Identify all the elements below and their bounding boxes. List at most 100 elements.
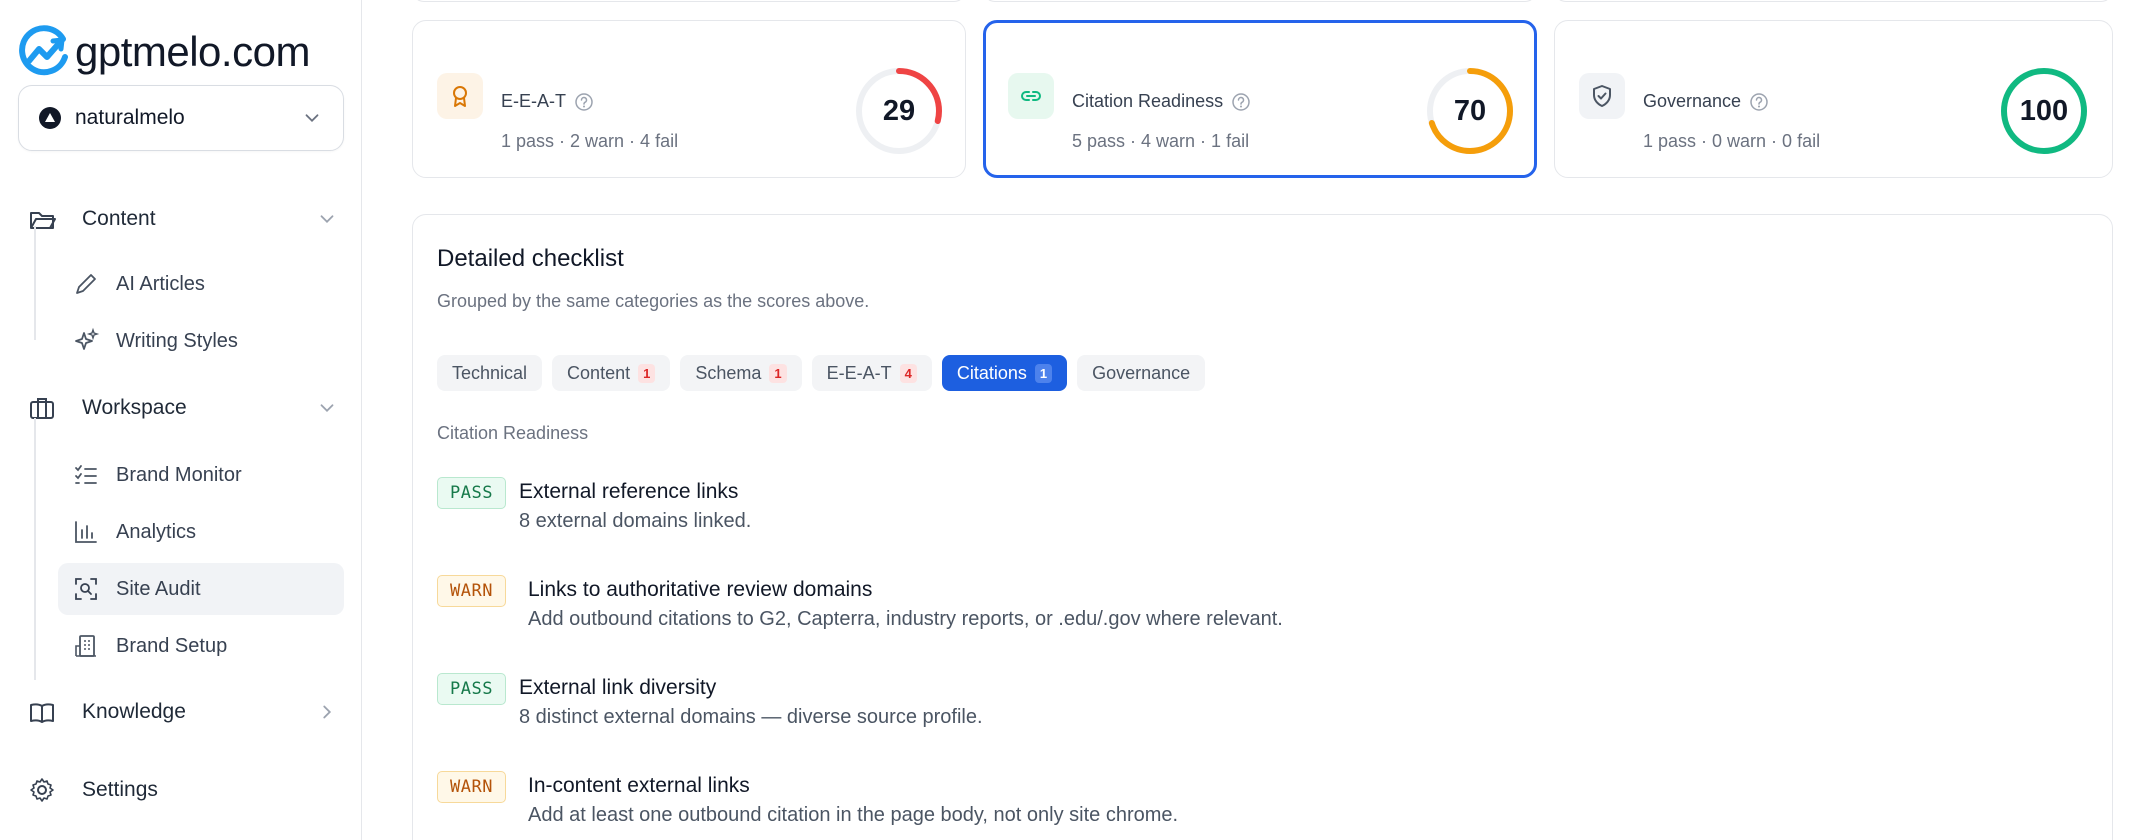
score-card-summary: 1 pass · 0 warn · 0 fail bbox=[1643, 131, 1821, 151]
chevron-down-icon bbox=[320, 215, 334, 224]
pencil-icon bbox=[76, 274, 96, 294]
nav-group-label: Content bbox=[82, 207, 156, 230]
tab-label: Content bbox=[567, 362, 631, 383]
score-value: 70 bbox=[1453, 94, 1487, 127]
nav-divider bbox=[34, 418, 36, 680]
building-icon bbox=[75, 635, 96, 657]
score-card-governance[interactable]: Governance 1 pass · 0 warn · 0 fail 100 bbox=[1554, 20, 2113, 178]
status-badge: PASS bbox=[437, 673, 506, 705]
nav-group-label: Knowledge bbox=[82, 700, 186, 723]
chevron-down-icon bbox=[305, 114, 319, 123]
status-badge: PASS bbox=[437, 477, 506, 509]
section-label: Citation Readiness bbox=[437, 423, 589, 443]
sidebar-item-site-audit[interactable]: Site Audit bbox=[58, 563, 344, 615]
bar-chart-icon bbox=[75, 521, 97, 543]
book-open-icon bbox=[30, 703, 54, 723]
tab-label: Citations bbox=[956, 362, 1027, 383]
folder-icon bbox=[30, 212, 56, 229]
workspace-avatar-icon bbox=[39, 107, 61, 129]
checklist-item-title: External link diversity bbox=[519, 676, 717, 699]
score-card-citation-readiness[interactable]: Citation Readiness 5 pass · 4 warn · 1 f… bbox=[983, 20, 1537, 178]
checklist-title: Detailed checklist bbox=[437, 245, 624, 272]
nav-group-label: Workspace bbox=[82, 396, 187, 419]
sidebar-item-brand-setup[interactable]: Brand Setup bbox=[58, 620, 344, 672]
sidebar-item-label: Brand Monitor bbox=[116, 463, 242, 486]
tab-label: E-E-A-T bbox=[826, 362, 892, 383]
card-stub bbox=[983, 0, 1537, 2]
tab-governance[interactable]: Governance bbox=[1077, 355, 1206, 391]
tab-count-badge: 1 bbox=[638, 363, 656, 383]
help-icon[interactable] bbox=[1749, 92, 1769, 112]
score-value: 29 bbox=[882, 94, 916, 127]
status-badge: WARN bbox=[437, 771, 506, 803]
checklist-item-description: Add outbound citations to G2, Capterra, … bbox=[528, 608, 1283, 630]
gear-icon bbox=[30, 778, 54, 802]
status-badge: WARN bbox=[437, 575, 506, 607]
score-card-title: Governance bbox=[1643, 91, 1742, 111]
sidebar-item-label: Brand Setup bbox=[116, 634, 228, 657]
help-icon[interactable] bbox=[574, 92, 594, 112]
tab-technical[interactable]: Technical bbox=[437, 355, 543, 391]
sidebar-item-label: Site Audit bbox=[116, 577, 201, 600]
score-ring: 29 bbox=[853, 65, 945, 157]
link-icon bbox=[1008, 73, 1054, 119]
help-icon[interactable] bbox=[1231, 92, 1251, 112]
checklist-item-description: 8 external domains linked. bbox=[519, 510, 752, 532]
sidebar: gptmelo.com naturalmelo Content AI Artic… bbox=[0, 0, 362, 840]
nav-divider bbox=[34, 226, 36, 340]
workspace-name: naturalmelo bbox=[75, 106, 185, 129]
nav-group-knowledge[interactable]: Knowledge bbox=[28, 687, 338, 737]
score-card-summary: 5 pass · 4 warn · 1 fail bbox=[1072, 131, 1250, 151]
sidebar-item-analytics[interactable]: Analytics bbox=[58, 506, 344, 558]
checklist-icon bbox=[75, 465, 97, 484]
briefcase-icon bbox=[30, 398, 54, 419]
logo-icon bbox=[17, 25, 71, 79]
checklist-item-description: 8 distinct external domains — diverse so… bbox=[519, 706, 983, 728]
score-value: 100 bbox=[2019, 94, 2069, 127]
category-tabs: Technical Content 1 Schema 1 E-E-A-T 4 Cita… bbox=[437, 355, 1206, 391]
score-ring: 100 bbox=[1998, 65, 2090, 157]
checklist-item-title: In-content external links bbox=[528, 774, 750, 797]
tab-count-badge: 1 bbox=[769, 363, 787, 383]
card-stub bbox=[1554, 0, 2113, 2]
tab-label: Schema bbox=[695, 362, 762, 383]
tab-label: Governance bbox=[1092, 362, 1191, 383]
sidebar-item-ai-articles[interactable]: AI Articles bbox=[58, 258, 344, 310]
score-card-summary: 1 pass · 2 warn · 4 fail bbox=[501, 131, 679, 151]
tab-count-badge: 4 bbox=[899, 363, 917, 383]
tab-label: Technical bbox=[452, 362, 528, 383]
score-ring: 70 bbox=[1424, 65, 1516, 157]
score-card-title: E-E-A-T bbox=[501, 91, 566, 111]
workspace-select[interactable]: naturalmelo bbox=[18, 85, 344, 151]
checklist-subtitle: Grouped by the same categories as the sc… bbox=[437, 291, 870, 311]
tab-schema[interactable]: Schema 1 bbox=[680, 355, 802, 391]
chevron-right-icon bbox=[323, 705, 332, 719]
nav-group-label: Settings bbox=[82, 778, 158, 801]
score-card-eeat[interactable]: E-E-A-T 1 pass · 2 warn · 4 fail 29 bbox=[412, 20, 966, 178]
sidebar-item-label: Analytics bbox=[116, 520, 197, 543]
checklist-item-description: Add at least one outbound citation in th… bbox=[528, 804, 1179, 826]
checklist-panel: Detailed checklist Grouped by the same c… bbox=[412, 214, 2113, 840]
checklist-item-title: External reference links bbox=[519, 480, 739, 503]
shield-check-icon bbox=[1579, 73, 1625, 119]
sidebar-item-label: Writing Styles bbox=[116, 329, 238, 352]
sparkles-icon bbox=[75, 327, 100, 350]
tab-content[interactable]: Content 1 bbox=[552, 355, 671, 391]
sidebar-item-label: AI Articles bbox=[116, 272, 205, 295]
checklist-item-title: Links to authoritative review domains bbox=[528, 578, 873, 601]
nav-group-workspace[interactable]: Workspace bbox=[28, 383, 338, 433]
tab-eeat[interactable]: E-E-A-T 4 bbox=[811, 355, 932, 391]
card-stub bbox=[412, 0, 966, 2]
award-icon bbox=[437, 73, 483, 119]
tab-citations[interactable]: Citations 1 bbox=[941, 355, 1068, 391]
scan-search-icon bbox=[75, 578, 97, 600]
brand-logo[interactable]: gptmelo.com bbox=[17, 24, 310, 80]
nav-settings[interactable]: Settings bbox=[28, 765, 338, 815]
sidebar-item-writing-styles[interactable]: Writing Styles bbox=[58, 315, 344, 367]
brand-name: gptmelo.com bbox=[75, 28, 310, 75]
nav-group-content[interactable]: Content bbox=[28, 194, 338, 244]
sidebar-item-brand-monitor[interactable]: Brand Monitor bbox=[58, 449, 344, 501]
tab-count-badge: 1 bbox=[1034, 363, 1053, 383]
chevron-down-icon bbox=[320, 404, 334, 413]
score-card-title: Citation Readiness bbox=[1072, 91, 1224, 111]
